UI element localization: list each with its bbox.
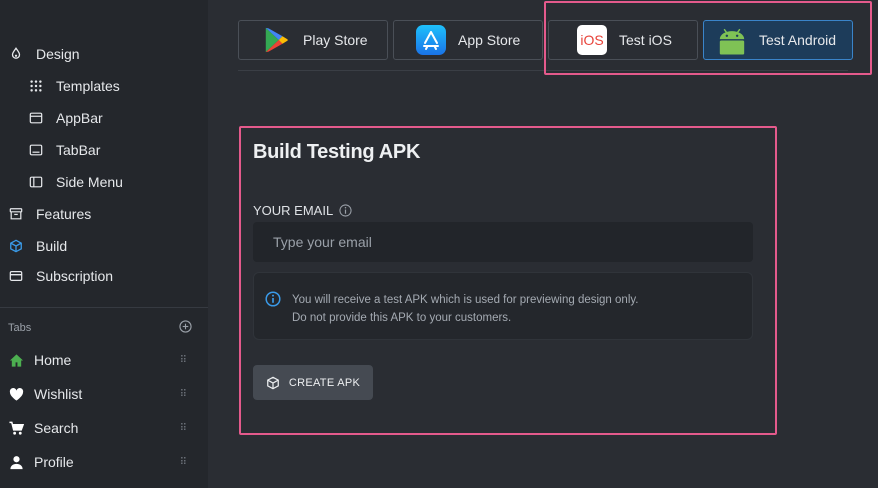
archive-icon bbox=[8, 206, 24, 222]
email-label-text: YOUR EMAIL bbox=[253, 203, 334, 218]
email-field[interactable] bbox=[253, 222, 753, 262]
notice-line-1: You will receive a test APK which is use… bbox=[292, 294, 639, 306]
add-tab-icon[interactable] bbox=[179, 320, 192, 336]
highlight-box-test-buttons bbox=[544, 1, 872, 75]
sidebar-item-build[interactable]: Build bbox=[8, 232, 67, 260]
tab-item-home[interactable]: Home ⠿ bbox=[8, 347, 187, 373]
info-icon[interactable] bbox=[339, 204, 352, 217]
app-store-label: App Store bbox=[458, 32, 521, 48]
sidebar-item-design[interactable]: Design bbox=[8, 40, 80, 68]
sidebar-item-label: Templates bbox=[56, 78, 120, 94]
drag-handle-icon[interactable]: ⠿ bbox=[180, 355, 187, 366]
sidebar-item-label: Side Menu bbox=[56, 174, 123, 190]
tab-item-profile[interactable]: Profile ⠿ bbox=[8, 449, 187, 475]
tab-item-label: Home bbox=[34, 352, 72, 368]
heart-icon bbox=[8, 386, 24, 402]
palette-icon bbox=[8, 46, 24, 62]
tab-item-label: Search bbox=[34, 420, 79, 436]
sidebar-item-label: Design bbox=[36, 46, 80, 62]
sidebar-item-label: AppBar bbox=[56, 110, 103, 126]
create-apk-label: CREATE APK bbox=[288, 376, 361, 389]
app-store-icon bbox=[416, 25, 446, 55]
tabs-header-label: Tabs bbox=[8, 322, 32, 334]
tab-item-label: Wishlist bbox=[34, 386, 83, 402]
sidebar-item-features[interactable]: Features bbox=[8, 200, 91, 228]
sidebar-item-side-menu[interactable]: Side Menu bbox=[28, 168, 123, 196]
sidebar-item-subscription[interactable]: Subscription bbox=[8, 262, 113, 290]
sidebar-item-label: Build bbox=[36, 238, 68, 254]
play-store-label: Play Store bbox=[303, 32, 368, 48]
email-label: YOUR EMAIL bbox=[253, 203, 352, 218]
cube-icon bbox=[266, 376, 279, 389]
cart-icon bbox=[8, 420, 24, 436]
page-title: Build Testing APK bbox=[253, 141, 421, 163]
cube-icon bbox=[8, 238, 24, 254]
info-icon bbox=[265, 291, 281, 307]
notice-text: You will receive a test APK which is use… bbox=[292, 291, 638, 327]
grid-icon bbox=[28, 78, 44, 94]
home-icon bbox=[8, 352, 24, 368]
sidebar-item-appbar[interactable]: AppBar bbox=[28, 104, 103, 132]
card-icon bbox=[8, 268, 24, 284]
tab-item-search[interactable]: Search ⠿ bbox=[8, 415, 187, 441]
sidebar-item-label: TabBar bbox=[56, 142, 101, 158]
drag-handle-icon[interactable]: ⠿ bbox=[180, 457, 187, 468]
sidebar: Design Templates AppBar TabBar Side Menu… bbox=[0, 0, 208, 488]
notice-box: You will receive a test APK which is use… bbox=[253, 272, 753, 340]
drag-handle-icon[interactable]: ⠿ bbox=[180, 423, 187, 434]
app-store-button[interactable]: App Store bbox=[393, 20, 543, 60]
sidebar-item-tabbar[interactable]: TabBar bbox=[28, 136, 100, 164]
notice-line-2: Do not provide this APK to your customer… bbox=[292, 312, 512, 324]
appbar-icon bbox=[28, 110, 44, 126]
play-store-icon bbox=[261, 25, 291, 55]
side-menu-icon bbox=[28, 174, 44, 190]
create-apk-button[interactable]: CREATE APK bbox=[253, 365, 373, 400]
sidebar-item-label: Subscription bbox=[36, 268, 114, 284]
sidebar-item-label: Features bbox=[36, 206, 92, 222]
sidebar-item-templates[interactable]: Templates bbox=[28, 72, 120, 100]
tab-item-wishlist[interactable]: Wishlist ⠿ bbox=[8, 381, 187, 407]
tabbar-icon bbox=[28, 142, 44, 158]
tab-item-label: Profile bbox=[34, 454, 74, 470]
sidebar-divider bbox=[0, 307, 208, 308]
tabs-header: Tabs bbox=[8, 318, 192, 338]
drag-handle-icon[interactable]: ⠿ bbox=[180, 389, 187, 400]
person-icon bbox=[8, 454, 24, 470]
play-store-button[interactable]: Play Store bbox=[238, 20, 388, 60]
